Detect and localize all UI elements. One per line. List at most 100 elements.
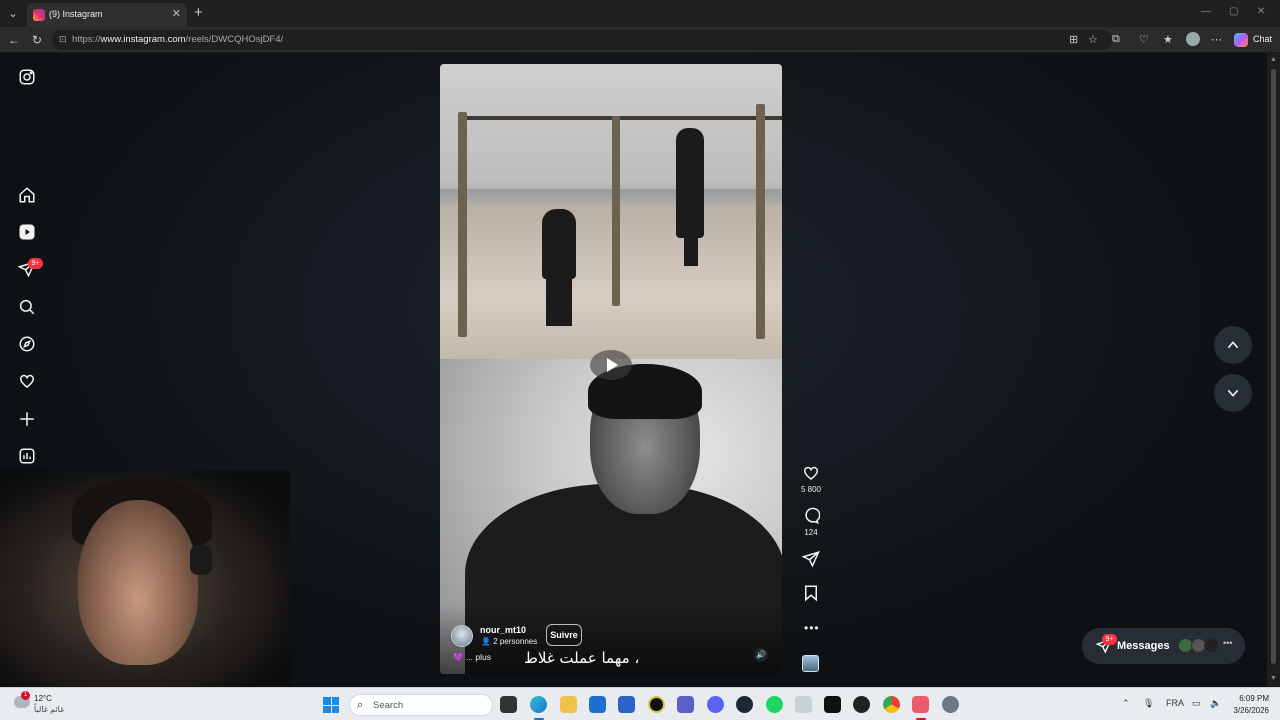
extensions-icon[interactable]: ⧉ <box>1112 33 1120 46</box>
settings-more-icon[interactable]: ⋯ <box>1211 33 1222 46</box>
copilot-icon <box>1234 33 1248 47</box>
man-hanging <box>676 128 704 238</box>
pole <box>756 104 765 339</box>
messages-badge: 9+ <box>1102 634 1117 645</box>
minimize-icon[interactable]: — <box>1201 6 1211 17</box>
messages-more-icon: ••• <box>1223 638 1233 648</box>
network-icon[interactable]: ▭ <box>1192 698 1201 709</box>
weather-temperature[interactable]: 12°C <box>34 694 52 703</box>
tab-close-icon[interactable]: ✕ <box>172 7 181 20</box>
microphone-icon[interactable]: 🎙 <box>1143 698 1154 709</box>
explore-compass-icon[interactable] <box>18 335 36 353</box>
messages-label: Messages <box>1117 640 1170 652</box>
followed-by-count: 👤 2 personnes <box>481 637 538 646</box>
share-send-icon[interactable] <box>802 550 820 568</box>
dashboard-icon[interactable] <box>18 447 36 465</box>
browser-tab[interactable]: (9) Instagram ✕ <box>27 3 187 27</box>
home-icon[interactable] <box>18 186 36 204</box>
message-avatar <box>1204 638 1219 653</box>
reels-icon[interactable] <box>18 223 36 241</box>
play-icon[interactable] <box>590 350 632 380</box>
pole <box>612 116 620 306</box>
obs-icon[interactable] <box>853 696 870 713</box>
like-heart-icon[interactable] <box>802 464 820 482</box>
heart-notifications-icon[interactable] <box>18 372 36 390</box>
create-plus-icon[interactable] <box>18 410 36 428</box>
likes-count: 5 800 <box>800 485 822 494</box>
language-indicator[interactable]: FRA <box>1166 698 1184 708</box>
man-legs <box>684 236 698 266</box>
search-icon[interactable] <box>18 298 36 316</box>
comment-icon[interactable] <box>802 507 820 525</box>
browser-tab-bar: ⌄ (9) Instagram ✕ + — ▢ ✕ <box>0 0 1280 27</box>
profile-avatar[interactable] <box>1186 32 1200 46</box>
maximize-icon[interactable]: ▢ <box>1229 6 1238 17</box>
reel-video[interactable] <box>440 64 782 674</box>
sand <box>440 204 782 359</box>
pole <box>458 112 467 337</box>
scrollbar-thumb[interactable] <box>1271 69 1276 664</box>
reel-caption-subtitle: مهما عملت غلاط ، <box>524 649 640 667</box>
instagram-favicon-icon <box>33 9 45 21</box>
url-text: https://www.instagram.com/reels/DWCQHOsj… <box>72 34 284 45</box>
audio-thumbnail[interactable] <box>802 655 819 672</box>
spotify-icon[interactable] <box>766 696 783 713</box>
steam-icon[interactable] <box>736 696 753 713</box>
page-scrollbar[interactable]: ▲ ▼ <box>1267 53 1280 687</box>
search-placeholder: Search <box>373 700 404 711</box>
caption-more-link[interactable]: 💜 ... plus <box>453 652 491 663</box>
window-close-icon[interactable]: ✕ <box>1257 6 1265 17</box>
clock-date[interactable]: 3/26/2026 <box>1222 706 1269 715</box>
favorite-star-icon[interactable]: ☆ <box>1088 33 1098 46</box>
messages-button[interactable]: 9+ Messages ••• <box>1082 628 1245 664</box>
windows-start-icon[interactable] <box>323 697 339 713</box>
weather-description[interactable]: غائم غالباً <box>34 705 64 714</box>
split-screen-icon[interactable]: ⊞ <box>1069 33 1078 46</box>
outlook-icon[interactable] <box>589 696 606 713</box>
pullup-bar <box>460 116 782 120</box>
favorites-icon[interactable]: ★ <box>1163 33 1173 46</box>
scroll-down-icon[interactable]: ▼ <box>1270 675 1277 682</box>
back-icon[interactable]: ← <box>8 33 20 47</box>
more-options-icon[interactable]: ••• <box>804 621 820 635</box>
instagram-logo-icon[interactable] <box>18 68 36 86</box>
chrome-icon[interactable] <box>883 696 900 713</box>
task-view-icon[interactable] <box>500 696 517 713</box>
volume-icon[interactable]: 🔈 <box>1210 698 1221 709</box>
chevron-up-icon <box>1227 341 1239 349</box>
save-bookmark-icon[interactable] <box>802 584 820 602</box>
discord-icon[interactable] <box>707 696 724 713</box>
child-legs <box>546 276 572 326</box>
previous-reel-button[interactable] <box>1214 326 1252 364</box>
snipping-tool-icon[interactable] <box>795 696 812 713</box>
webcam-microphone <box>190 545 212 575</box>
tab-list-chevron-icon[interactable]: ⌄ <box>4 5 22 23</box>
microsoft-store-icon[interactable] <box>618 696 635 713</box>
file-explorer-icon[interactable] <box>560 696 577 713</box>
url-bar[interactable]: ⊡ https://www.instagram.com/reels/DWCQHO… <box>52 30 1112 50</box>
follow-button[interactable]: Suivre <box>546 624 582 646</box>
search-icon: ⌕ <box>357 699 364 711</box>
taskbar-search-box[interactable]: ⌕ Search <box>349 694 493 716</box>
xbox-icon[interactable] <box>648 696 665 713</box>
next-reel-button[interactable] <box>1214 374 1252 412</box>
reel-username[interactable]: nour_mt10 <box>480 625 526 635</box>
settings-gear-icon[interactable] <box>942 696 959 713</box>
notification-badge: 9+ <box>28 258 43 269</box>
refresh-icon[interactable]: ↻ <box>32 33 42 47</box>
browser-essentials-icon[interactable]: ♡ <box>1139 33 1149 46</box>
webcam-person-face <box>78 500 198 665</box>
edge-browser-icon[interactable] <box>530 696 547 713</box>
child <box>542 209 576 279</box>
site-info-icon[interactable]: ⊡ <box>59 34 67 45</box>
scroll-up-icon[interactable]: ▲ <box>1270 56 1277 63</box>
terminal-icon[interactable] <box>824 696 841 713</box>
camera-app-icon[interactable] <box>912 696 929 713</box>
speaker-icon[interactable]: 🔊 <box>754 648 768 662</box>
new-tab-button[interactable]: + <box>194 4 203 21</box>
address-toolbar: ← ↻ ⊡ https://www.instagram.com/reels/DW… <box>0 27 1280 53</box>
reel-author-avatar[interactable] <box>451 625 473 647</box>
tray-chevron-up-icon[interactable]: ⌃ <box>1122 698 1130 709</box>
teams-icon[interactable] <box>677 696 694 713</box>
clock-time[interactable]: 6:09 PM <box>1229 694 1269 703</box>
